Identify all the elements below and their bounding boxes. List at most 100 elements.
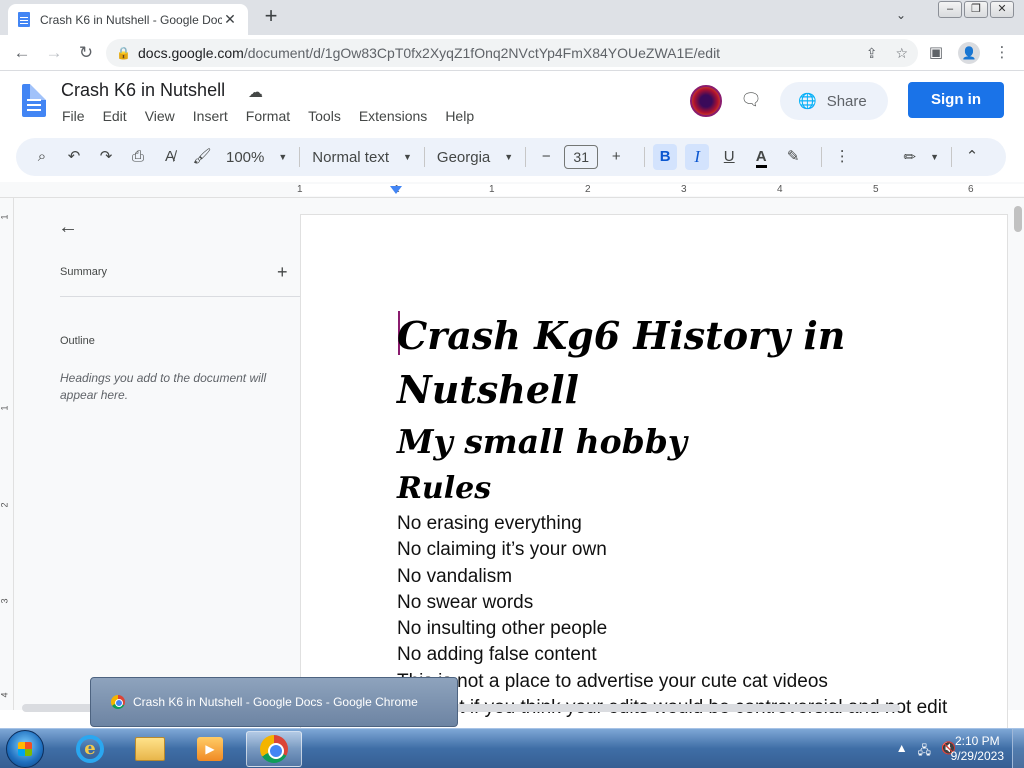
taskbar-chrome[interactable] — [246, 731, 302, 767]
network-icon[interactable]: 🖧 — [918, 741, 931, 762]
chevron-down-icon: ▼ — [930, 152, 939, 162]
share-button[interactable]: 🌐 Share — [780, 82, 888, 120]
forward-icon[interactable]: → — [38, 37, 70, 69]
list-item[interactable]: No vandalism — [397, 564, 1007, 590]
redo-icon[interactable]: ↷ — [94, 144, 118, 170]
taskbar-preview[interactable]: Crash K6 in Nutshell - Google Docs - Goo… — [90, 677, 458, 727]
increase-font-size-icon[interactable]: + — [604, 144, 628, 170]
text-color-button[interactable]: A — [749, 144, 773, 170]
restore-button[interactable]: ❐ — [964, 1, 988, 18]
zoom-dropdown[interactable]: 100% ▼ — [222, 149, 291, 166]
highlight-icon[interactable]: ✎ — [781, 144, 805, 170]
heading-rules[interactable]: Rules — [397, 469, 491, 509]
print-icon[interactable]: ⎙ — [126, 144, 150, 170]
search-menus-icon[interactable]: ⌕ — [30, 144, 54, 170]
tray-expand-icon[interactable]: ▲ — [896, 741, 908, 762]
ruler-tick: 3 — [0, 598, 10, 604]
toolbar-divider — [299, 147, 301, 167]
horizontal-ruler[interactable]: 1 1 1 2 3 4 5 6 — [0, 182, 1024, 198]
formatting-toolbar: ⌕ ↶ ↷ ⎙ A̸ 🖌 100% ▼ Normal text ▼ Georgi… — [16, 138, 1006, 176]
system-clock[interactable]: 2:10 PM 9/29/2023 — [951, 734, 1004, 764]
preview-title: Crash K6 in Nutshell - Google Docs - Goo… — [133, 695, 418, 709]
taskbar-explorer[interactable] — [122, 731, 178, 767]
start-button[interactable] — [6, 730, 44, 768]
document-page[interactable]: Crash Kg6 History in Nutshell My small h… — [300, 214, 1008, 734]
font-value: Georgia — [436, 148, 491, 166]
editing-mode-dropdown[interactable]: ✏ ▼ — [900, 148, 944, 166]
comment-history-icon[interactable]: 🗨 — [740, 90, 762, 112]
ruler-tick: 1 — [0, 214, 10, 220]
text-color-icon: A — [755, 148, 767, 168]
more-options-icon[interactable]: ⋮ — [830, 144, 854, 170]
cloud-saved-icon[interactable]: ☁ — [248, 83, 263, 101]
add-summary-button[interactable]: + — [277, 262, 288, 283]
tab-search-icon[interactable]: ⌄ — [896, 8, 906, 22]
paint-format-icon[interactable]: 🖌 — [190, 144, 214, 170]
menu-file[interactable]: File — [62, 108, 85, 124]
document-title[interactable]: Crash K6 in Nutshell — [61, 80, 225, 101]
menu-view[interactable]: View — [145, 108, 175, 124]
list-item[interactable]: No insulting other people — [397, 616, 1007, 642]
toolbar-divider — [951, 147, 952, 167]
italic-button[interactable]: I — [685, 144, 710, 170]
ruler-tick: 1 — [489, 184, 495, 195]
list-item[interactable]: No claiming it’s your own — [397, 537, 1007, 563]
taskbar-media-player[interactable]: ▶ — [182, 731, 238, 767]
user-avatar[interactable] — [690, 85, 722, 117]
toolbar-divider — [821, 147, 823, 167]
ruler-tick: 1 — [297, 184, 303, 195]
browser-toolbar: ← → ↻ 🔒 docs.google.com/document/d/1gOw8… — [0, 35, 1024, 71]
menu-edit[interactable]: Edit — [103, 108, 127, 124]
font-size-input[interactable]: 31 — [564, 145, 599, 169]
list-item[interactable]: This is not a place to advertise your cu… — [397, 669, 1007, 695]
back-icon[interactable]: ← — [6, 37, 38, 69]
chevron-up-icon[interactable]: ⌃ — [960, 144, 984, 170]
chrome-icon — [260, 735, 288, 763]
ruler-tick: 4 — [0, 692, 10, 698]
browser-tab[interactable]: Crash K6 in Nutshell - Google Docs ✕ — [8, 4, 248, 35]
windows-taskbar: e ▶ ▲ 🖧 🔇 2:10 PM 9/29/2023 — [0, 728, 1024, 768]
bold-button[interactable]: B — [653, 144, 678, 170]
minimize-button[interactable]: – — [938, 1, 962, 18]
font-dropdown[interactable]: Georgia ▼ — [433, 149, 517, 166]
panel-divider — [60, 296, 300, 297]
menu-tools[interactable]: Tools — [308, 108, 341, 124]
menu-help[interactable]: Help — [445, 108, 474, 124]
clock-time: 2:10 PM — [954, 734, 1000, 748]
vertical-scrollbar[interactable] — [1014, 206, 1022, 232]
undo-icon[interactable]: ↶ — [62, 144, 86, 170]
close-outline-icon[interactable]: ← — [58, 216, 78, 239]
side-panel-icon[interactable]: ▣ — [924, 39, 948, 67]
menu-extensions[interactable]: Extensions — [359, 108, 427, 124]
spellcheck-icon[interactable]: A̸ — [158, 144, 182, 170]
close-window-button[interactable]: ✕ — [990, 1, 1014, 18]
profile-icon[interactable]: 👤 — [958, 42, 980, 64]
underline-button[interactable]: U — [717, 144, 741, 170]
tab-close-icon[interactable]: ✕ — [222, 11, 238, 28]
ruler-tick: 4 — [777, 184, 783, 195]
menu-format[interactable]: Format — [246, 108, 290, 124]
pencil-icon: ✏ — [903, 149, 917, 166]
vertical-ruler[interactable]: 1 1 2 3 4 — [0, 198, 14, 710]
show-desktop-button[interactable] — [1012, 729, 1024, 768]
bookmark-star-icon[interactable]: ☆ — [895, 45, 908, 62]
heading-title[interactable]: Crash Kg6 History in Nutshell — [397, 309, 997, 417]
taskbar-ie[interactable]: e — [62, 731, 118, 767]
style-dropdown[interactable]: Normal text ▼ — [308, 149, 416, 166]
menu-bar: File Edit View Insert Format Tools Exten… — [62, 108, 474, 124]
list-item[interactable]: No erasing everything — [397, 511, 1007, 537]
docs-logo-icon[interactable] — [22, 84, 46, 117]
heading-subtitle[interactable]: My small hobby — [397, 419, 687, 465]
browser-menu-icon[interactable]: ⋮ — [990, 39, 1014, 67]
sign-in-button[interactable]: Sign in — [908, 82, 1004, 118]
chevron-down-icon: ▼ — [402, 152, 412, 162]
new-tab-button[interactable]: + — [260, 5, 282, 28]
list-item[interactable]: No swear words — [397, 590, 1007, 616]
reload-icon[interactable]: ↻ — [70, 37, 102, 69]
toolbar-divider — [525, 147, 527, 167]
menu-insert[interactable]: Insert — [193, 108, 228, 124]
list-item[interactable]: No adding false content — [397, 642, 1007, 668]
share-page-icon[interactable]: ⇪ — [866, 45, 878, 62]
decrease-font-size-icon[interactable]: − — [534, 144, 558, 170]
address-bar[interactable]: 🔒 docs.google.com/document/d/1gOw83CpT0f… — [106, 39, 918, 67]
